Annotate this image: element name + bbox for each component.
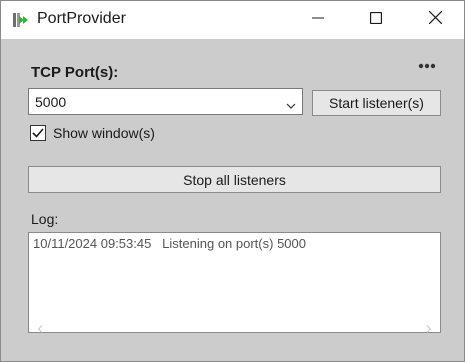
title-bar[interactable]: PortProvider xyxy=(1,1,464,39)
maximize-icon xyxy=(369,11,383,29)
chevron-right-icon[interactable] xyxy=(426,320,432,333)
log-label: Log: xyxy=(31,211,59,227)
start-listener-button[interactable]: Start listener(s) xyxy=(312,90,441,116)
log-list[interactable]: 10/11/2024 09:53:45 Listening on port(s)… xyxy=(28,232,441,333)
checkmark-icon xyxy=(32,128,44,138)
window-title: PortProvider xyxy=(37,10,126,27)
log-message: Listening on port(s) 5000 xyxy=(162,236,306,251)
more-horizontal-icon xyxy=(418,56,436,74)
tcp-port-label: TCP Port(s): xyxy=(31,64,119,81)
chevron-down-icon[interactable] xyxy=(286,97,296,109)
show-window-checkbox[interactable] xyxy=(30,125,46,141)
port-provider-app-icon xyxy=(12,11,30,29)
port-combobox[interactable]: 5000 xyxy=(28,88,303,115)
show-window-label[interactable]: Show window(s) xyxy=(53,125,155,141)
log-entry[interactable]: 10/11/2024 09:53:45 Listening on port(s)… xyxy=(33,236,306,251)
stop-all-listeners-button[interactable]: Stop all listeners xyxy=(28,166,441,193)
log-timestamp: 10/11/2024 09:53:45 xyxy=(33,236,152,251)
maximize-button[interactable] xyxy=(347,1,405,39)
chevron-left-icon[interactable] xyxy=(37,320,43,333)
minimize-button[interactable] xyxy=(289,1,347,39)
port-value[interactable]: 5000 xyxy=(35,94,66,110)
horizontal-scrollbar[interactable] xyxy=(29,316,440,333)
close-button[interactable] xyxy=(406,1,464,39)
close-icon xyxy=(428,10,442,29)
more-options-button[interactable] xyxy=(415,57,439,73)
minimize-icon xyxy=(312,11,324,29)
app-window: PortProvider TCP Port(s): 5000 Start lis… xyxy=(0,0,465,362)
